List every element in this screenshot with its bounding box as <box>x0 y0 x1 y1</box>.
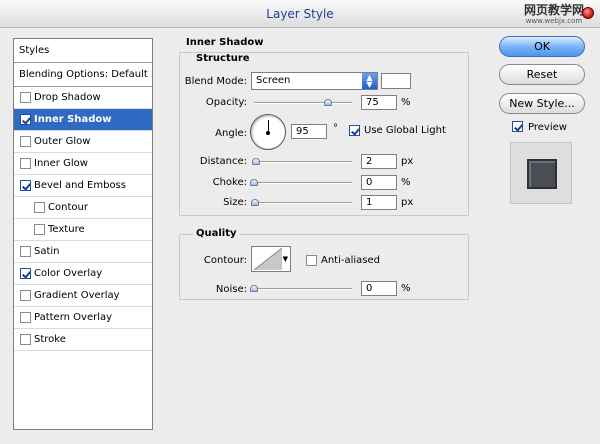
style-item-label: Satin <box>34 246 60 257</box>
distance-input[interactable]: 2 <box>361 154 397 169</box>
style-item[interactable]: Inner Glow <box>14 153 152 175</box>
anti-aliased-label: Anti-aliased <box>321 255 381 266</box>
style-item-checkbox[interactable] <box>20 136 31 147</box>
style-item[interactable]: Contour <box>14 197 152 219</box>
style-item-label: Bevel and Emboss <box>34 180 126 191</box>
reset-button[interactable]: Reset <box>499 64 585 85</box>
style-item[interactable]: Stroke <box>14 329 152 351</box>
opacity-slider-thumb[interactable] <box>323 99 332 106</box>
preview-swatch <box>527 159 557 189</box>
style-item-label: Drop Shadow <box>34 92 101 103</box>
blend-mode-label: Blend Mode: <box>184 76 247 87</box>
style-item-label: Inner Shadow <box>34 114 112 125</box>
distance-slider-thumb[interactable] <box>251 158 260 165</box>
title-bar: Layer Style 网页教学网 www.webjx.com <box>0 0 600 28</box>
choke-label: Choke: <box>212 177 247 188</box>
style-item-label: Contour <box>48 202 88 213</box>
close-icon[interactable] <box>582 7 594 19</box>
style-item[interactable]: Drop Shadow <box>14 87 152 109</box>
choke-input[interactable]: 0 <box>361 175 397 190</box>
size-input[interactable]: 1 <box>361 195 397 210</box>
size-unit: px <box>401 197 414 208</box>
style-item-checkbox[interactable] <box>34 202 45 213</box>
styles-header[interactable]: Styles <box>14 39 152 63</box>
watermark-main: 网页教学网 <box>523 3 584 17</box>
angle-input[interactable]: 95 <box>291 124 327 139</box>
noise-unit: % <box>401 283 411 294</box>
size-label: Size: <box>223 197 247 208</box>
ok-button[interactable]: OK <box>499 36 585 57</box>
opacity-label: Opacity: <box>205 97 247 108</box>
updown-arrow-icon: ▲ ▼ <box>362 73 377 89</box>
style-item-label: Gradient Overlay <box>34 290 120 301</box>
style-item-label: Pattern Overlay <box>34 312 113 323</box>
contour-picker[interactable]: ▼ <box>251 246 291 272</box>
opacity-slider[interactable] <box>254 99 352 106</box>
style-item-checkbox[interactable] <box>20 114 31 125</box>
use-global-light-checkbox[interactable] <box>349 125 360 136</box>
angle-label: Angle: <box>215 128 247 139</box>
style-item[interactable]: Inner Shadow <box>14 109 152 131</box>
preview-label: Preview <box>528 122 567 133</box>
blend-mode-select[interactable]: Screen ▲ ▼ <box>251 72 378 90</box>
preview-checkbox[interactable] <box>512 121 523 132</box>
style-item-checkbox[interactable] <box>34 224 45 235</box>
style-item[interactable]: Bevel and Emboss <box>14 175 152 197</box>
choke-slider[interactable] <box>250 179 352 186</box>
style-item[interactable]: Pattern Overlay <box>14 307 152 329</box>
style-item-checkbox[interactable] <box>20 158 31 169</box>
style-item[interactable]: Gradient Overlay <box>14 285 152 307</box>
noise-label: Noise: <box>215 284 247 295</box>
style-item-label: Outer Glow <box>34 136 91 147</box>
style-item[interactable]: Texture <box>14 219 152 241</box>
style-item-checkbox[interactable] <box>20 268 31 279</box>
size-slider[interactable] <box>250 199 352 206</box>
blending-options-item[interactable]: Blending Options: Default <box>14 63 152 87</box>
distance-slider[interactable] <box>251 158 352 165</box>
noise-input[interactable]: 0 <box>361 281 397 296</box>
section-title: Inner Shadow <box>183 37 267 48</box>
noise-slider-thumb[interactable] <box>250 285 258 292</box>
quality-title: Quality <box>193 228 240 239</box>
angle-dial-center <box>266 131 270 135</box>
style-item-checkbox[interactable] <box>20 334 31 345</box>
choke-slider-thumb[interactable] <box>250 179 258 186</box>
style-item-label: Color Overlay <box>34 268 103 279</box>
style-item[interactable]: Satin <box>14 241 152 263</box>
noise-slider[interactable] <box>250 285 352 292</box>
style-item-checkbox[interactable] <box>20 290 31 301</box>
opacity-input[interactable]: 75 <box>361 95 397 110</box>
angle-dial[interactable] <box>250 114 286 150</box>
style-item-label: Stroke <box>34 334 66 345</box>
new-style-button[interactable]: New Style... <box>499 93 585 114</box>
choke-unit: % <box>401 177 411 188</box>
style-item-checkbox[interactable] <box>20 246 31 257</box>
style-item-checkbox[interactable] <box>20 180 31 191</box>
contour-label: Contour: <box>203 255 247 266</box>
dropdown-arrow-icon: ▼ <box>282 255 288 263</box>
style-item-checkbox[interactable] <box>20 312 31 323</box>
contour-curve-icon <box>253 247 283 271</box>
blend-mode-value: Screen <box>256 75 291 86</box>
watermark-sub: www.webjx.com <box>525 17 583 25</box>
opacity-unit: % <box>401 97 411 108</box>
window-title: Layer Style <box>266 7 334 21</box>
size-slider-thumb[interactable] <box>250 199 259 206</box>
watermark-logo: 网页教学网 www.webjx.com <box>523 3 584 27</box>
style-item[interactable]: Color Overlay <box>14 263 152 285</box>
use-global-light-label: Use Global Light <box>364 125 446 136</box>
styles-list: Styles Blending Options: Default Drop Sh… <box>13 38 153 430</box>
anti-aliased-checkbox[interactable] <box>306 255 317 266</box>
shadow-color-swatch[interactable] <box>381 73 411 89</box>
style-item-checkbox[interactable] <box>20 92 31 103</box>
angle-unit: ° <box>333 123 338 134</box>
preview-thumbnail <box>510 142 572 204</box>
style-item-label: Texture <box>48 224 85 235</box>
structure-title: Structure <box>193 53 253 64</box>
style-item[interactable]: Outer Glow <box>14 131 152 153</box>
style-item-label: Inner Glow <box>34 158 88 169</box>
distance-label: Distance: <box>199 156 247 167</box>
distance-unit: px <box>401 156 414 167</box>
